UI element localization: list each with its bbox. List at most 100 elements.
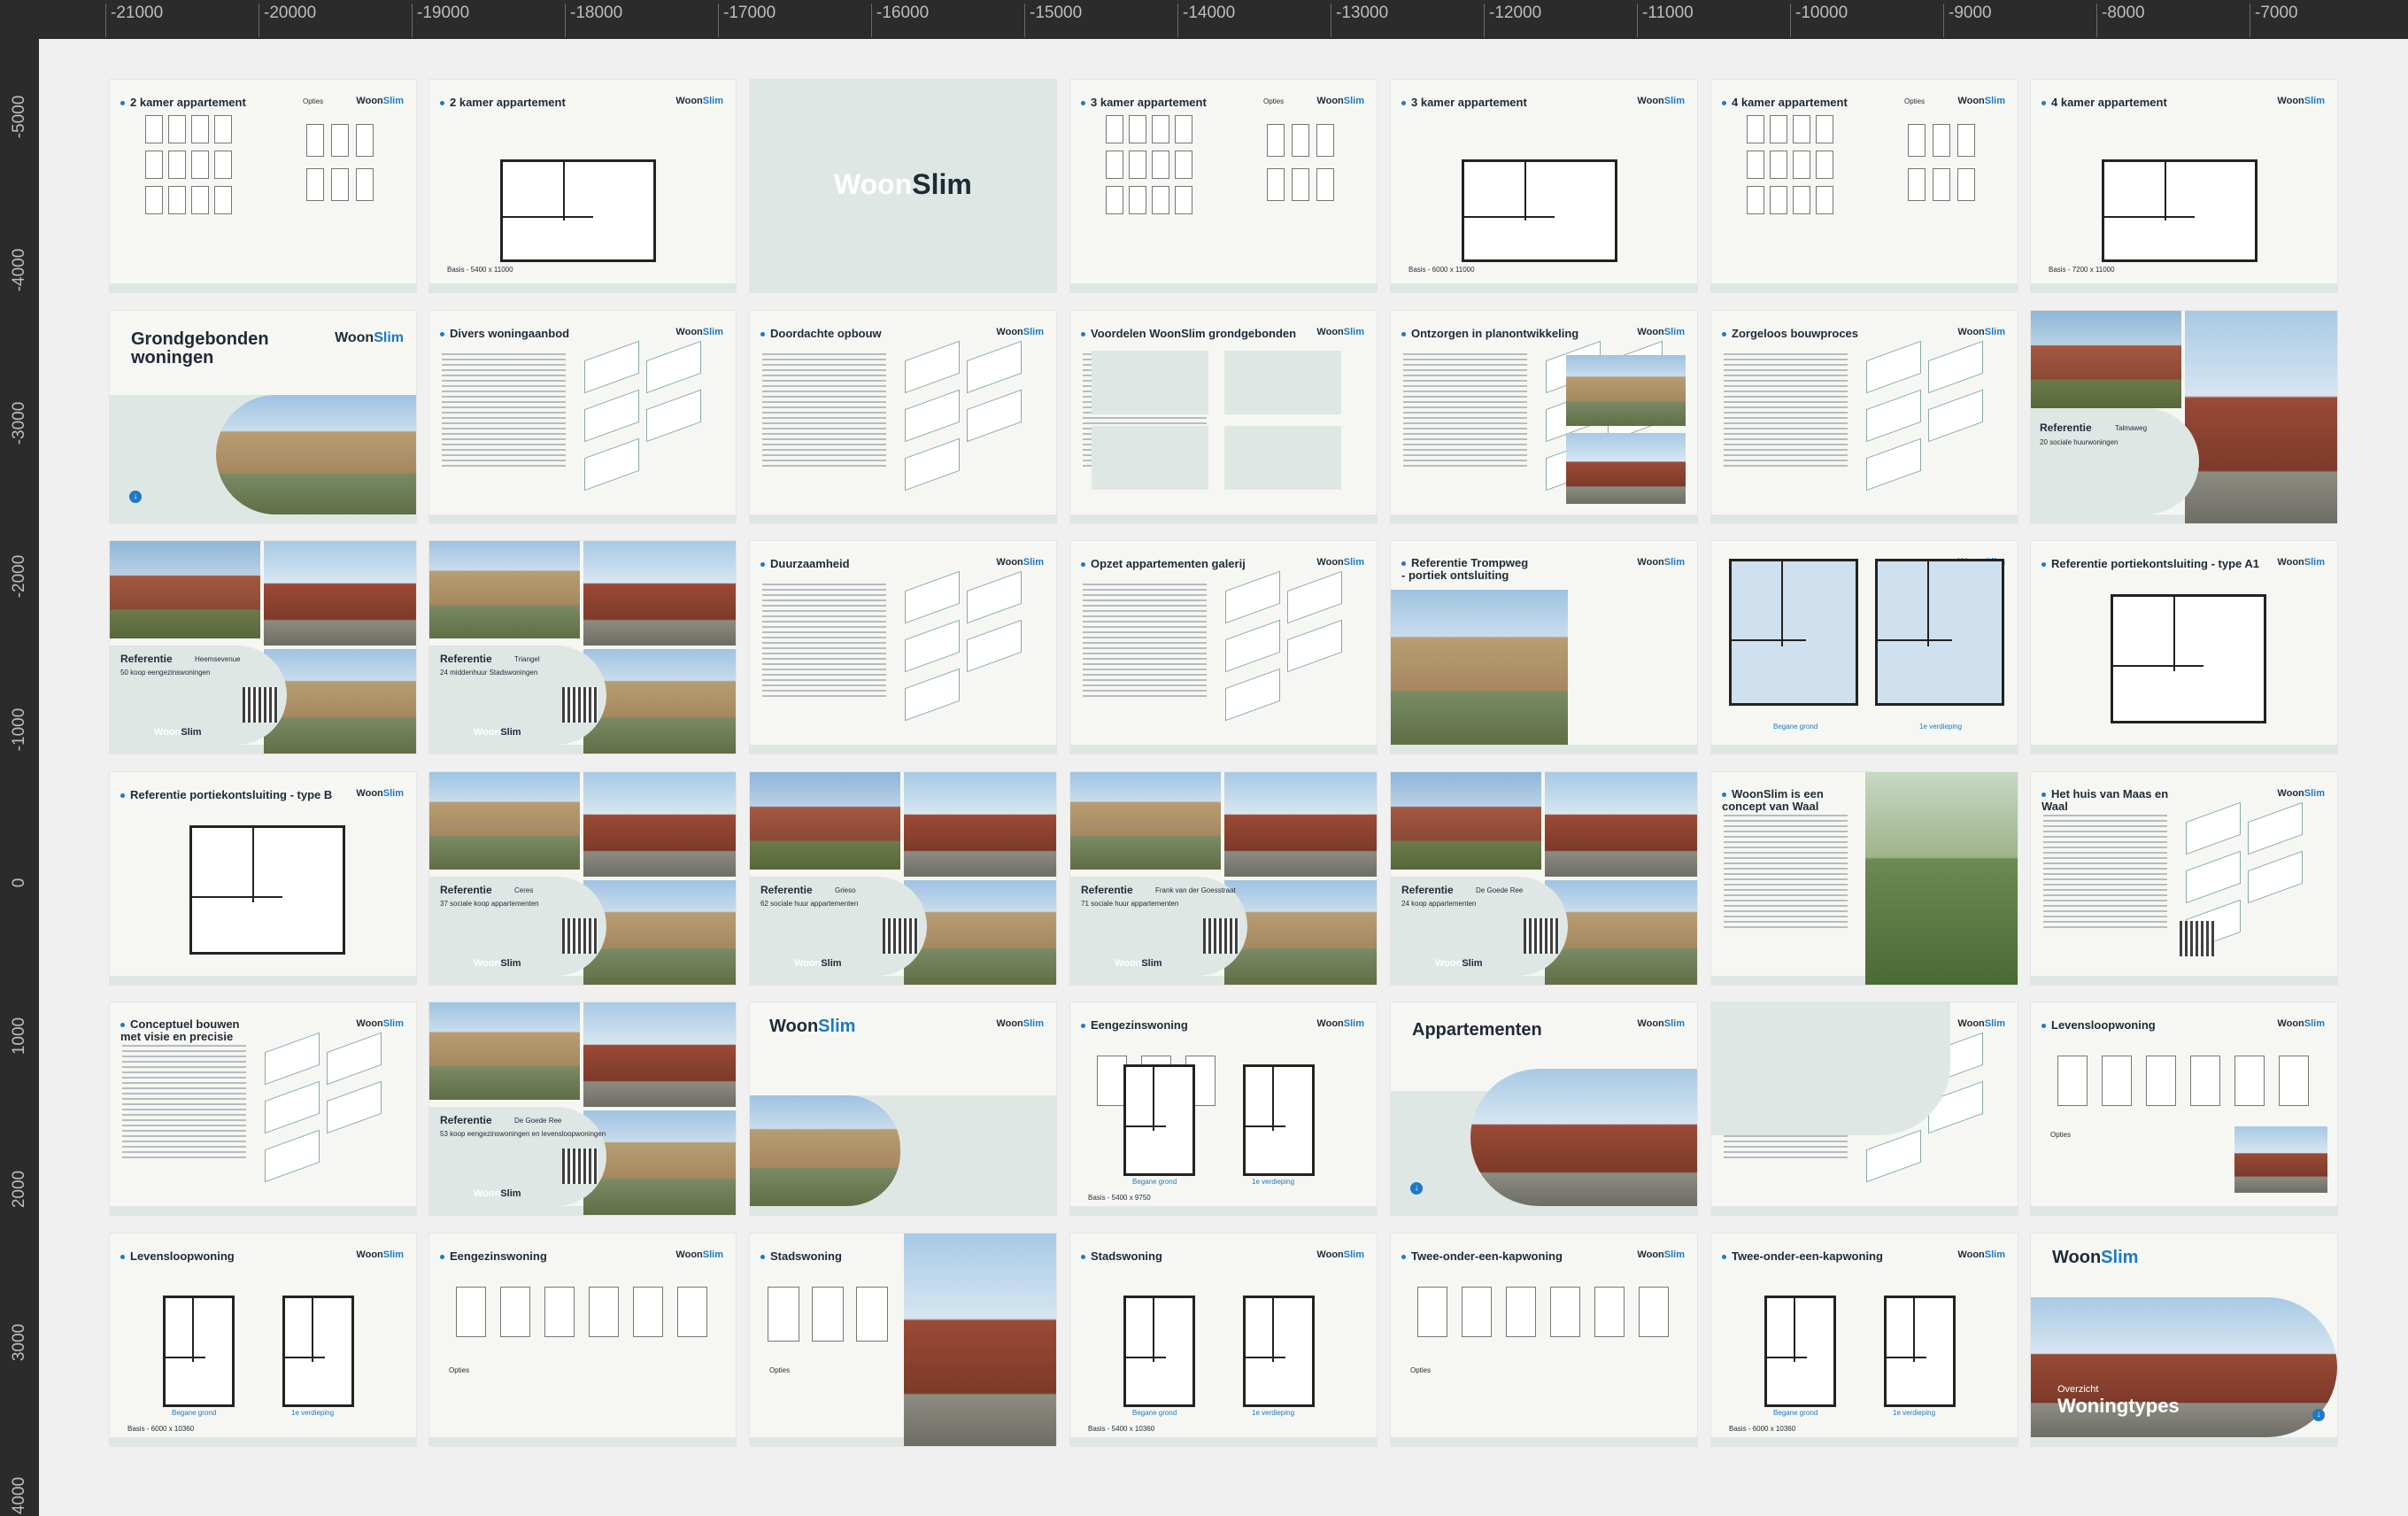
logo-woon: Woon xyxy=(1637,327,1664,337)
slide-thumbnail[interactable]: ReferentieReferentieDe Goede Ree24 koop … xyxy=(1391,772,1697,985)
slide-thumbnail[interactable]: Voordelen WoonSlim grondgebonden WoonSlim xyxy=(1070,311,1377,523)
slide-footer-strip xyxy=(429,1437,736,1446)
slide-thumbnail[interactable]: 3 kamer appartement WoonSlim Opties xyxy=(1070,80,1377,292)
slide-thumbnail[interactable]: Doordachte opbouw WoonSlim xyxy=(750,311,1056,523)
options-label: Opties xyxy=(1410,1366,1432,1374)
horizontal-ruler[interactable]: -21000 -20000 -19000 -18000 -17000 -16000 -150… xyxy=(0,0,2408,39)
reference-name: Grieso xyxy=(835,886,856,894)
slide-thumbnail[interactable]: Referentie Trompweg - portiek ontsluitin… xyxy=(1391,541,1697,754)
logo-woon: Woon xyxy=(675,327,703,337)
slide-thumbnail[interactable]: WoonSlim xyxy=(750,80,1056,292)
ruler-x-tick: -7000 xyxy=(2250,4,2298,37)
slide-thumbnail[interactable]: Duurzaamheid WoonSlim xyxy=(750,541,1056,754)
slide-thumbnail[interactable]: Twee-onder-een-kapwoning WoonSlim Opties xyxy=(1391,1234,1697,1446)
slide-thumbnail[interactable]: Stadswoning WoonSlim Begane grond 1e verdie… xyxy=(1070,1234,1377,1446)
design-canvas[interactable]: 2 kamer appartement WoonSlim Opties 2 kamer… xyxy=(39,39,2408,1516)
isometric-illustration xyxy=(265,1032,320,1086)
logo-slim: Slim xyxy=(702,1249,723,1260)
floorplan-thumb xyxy=(1770,151,1787,179)
logo-slim: Slim xyxy=(2101,1248,2139,1267)
floorplan-thumb xyxy=(1816,115,1833,143)
download-icon[interactable]: ↓ xyxy=(2312,1409,2325,1421)
slide-title: Ontzorgen in planontwikkeling xyxy=(1401,327,1578,340)
reference-name: Heemsevenue xyxy=(195,655,241,663)
download-icon[interactable]: ↓ xyxy=(1410,1182,1423,1195)
floorplan-thumb xyxy=(2279,1056,2309,1106)
slide-thumbnail[interactable]: Snel, betaalbaar, duurzaam en goedWoonSl… xyxy=(1711,1002,2018,1215)
logo-woon: Woon xyxy=(474,727,501,738)
slide-thumbnail[interactable]: 2 kamer appartement WoonSlim Basis - 5400 … xyxy=(429,80,736,292)
slide-thumbnail[interactable]: StadswoningWoonSlimOpties xyxy=(750,1234,1056,1446)
slide-footer-strip xyxy=(1711,1206,2018,1215)
isometric-illustration xyxy=(905,389,960,443)
floorplan-thumb xyxy=(1129,151,1146,179)
slide-thumbnail[interactable]: 4 kamer appartement WoonSlim Basis - 7200 … xyxy=(2031,80,2337,292)
slide-thumbnail[interactable]: ReferentieReferentieTriangel24 middenhuu… xyxy=(429,541,736,754)
option-thumb xyxy=(1267,124,1285,157)
slide-thumbnail[interactable]: Levensloopwoning WoonSlim Opties xyxy=(2031,1002,2337,1215)
slide-thumbnail[interactable]: Eengezinswoning WoonSlim Opties xyxy=(429,1234,736,1446)
slide-thumbnail[interactable]: Referentie portiekontsluiting - type B Wo… xyxy=(110,772,416,985)
slide-footer-strip xyxy=(1711,514,2018,523)
slide-thumbnail[interactable]: Twee-onder-een-kapwoning WoonSlim Begane g… xyxy=(1711,1234,2018,1446)
logo-woon: Woon xyxy=(1637,1249,1664,1260)
slide-thumbnail[interactable]: ReferentieReferentieCeres37 sociale koop… xyxy=(429,772,736,985)
slide-thumbnail[interactable]: Het huis van Maas en Waal WoonSlim xyxy=(2031,772,2337,985)
slide-thumbnail[interactable]: ReferentieReferentieGrieso62 sociale huu… xyxy=(750,772,1056,985)
slide-thumbnail[interactable]: 3 kamer appartement WoonSlim Basis - 6000 … xyxy=(1391,80,1697,292)
slide-thumbnail[interactable]: WoonSlim WoonSlim xyxy=(750,1002,1056,1215)
slide-thumbnail[interactable]: WoonSlimBegane grond1e verdieping xyxy=(1711,541,2018,754)
slide-thumbnail[interactable]: WoonSlim is een concept van WaalWoonSlim xyxy=(1711,772,2018,985)
logo-woon: Woon xyxy=(794,958,822,969)
options-label: Opties xyxy=(2050,1131,2072,1139)
slide-thumbnail[interactable]: Referentie portiekontsluiting - type A1 W… xyxy=(2031,541,2337,754)
basis-dimensions: Basis - 5400 x 11000 xyxy=(447,266,513,274)
slide-thumbnail[interactable]: ReferentieReferentieDe Goede Ree53 koop … xyxy=(429,1002,736,1215)
vertical-ruler[interactable]: -5000 -4000 -3000 -2000 -1000 0 1000 2000 3000 40… xyxy=(0,0,39,1516)
floorplan-thumb xyxy=(1793,186,1810,214)
option-thumb xyxy=(356,124,374,157)
slide-thumbnail[interactable]: ReferentieReferentieFrank van der Goesst… xyxy=(1070,772,1377,985)
slide-thumbnail[interactable]: Conceptuel bouwen met visie en precisie W… xyxy=(110,1002,416,1215)
slide-thumbnail[interactable]: Ontzorgen in planontwikkeling WoonSlim xyxy=(1391,311,1697,523)
option-thumb xyxy=(1957,124,1975,157)
slide-title: Zorgeloos bouwproces xyxy=(1722,327,1858,340)
qr-code xyxy=(243,687,278,723)
slide-thumbnail[interactable]: WoonSlim Overzicht Woningtypes ↓ xyxy=(2031,1234,2337,1446)
benefit-card xyxy=(1224,351,1341,414)
slide-thumbnail[interactable]: Levensloopwoning WoonSlim Begane grond 1e v… xyxy=(110,1234,416,1446)
floorplan-thumb xyxy=(1175,151,1192,179)
floorplan-drawing xyxy=(1764,1296,1836,1407)
slide-thumbnail[interactable]: 4 kamer appartement WoonSlim Opties xyxy=(1711,80,2018,292)
slide-thumbnail[interactable]: Opzet appartementen galerij WoonSlim xyxy=(1070,541,1377,754)
slide-thumbnail[interactable]: 2 kamer appartement WoonSlim Opties xyxy=(110,80,416,292)
floorplan-thumb xyxy=(1816,186,1833,214)
basis-dimensions: Basis - 6000 x 10360 xyxy=(1729,1425,1796,1433)
download-icon[interactable]: ↓ xyxy=(129,491,142,503)
woonslim-logo: WoonSlim xyxy=(474,727,521,738)
ruler-y-tick: 1000 xyxy=(10,1017,28,1056)
floorplan-drawing xyxy=(1884,1296,1956,1407)
slide-thumbnail[interactable]: Zorgeloos bouwproces WoonSlim xyxy=(1711,311,2018,523)
logo-slim: Slim xyxy=(1663,96,1685,106)
slide-thumbnail[interactable]: Grondgebonden woningen WoonSlim ↓ xyxy=(110,311,416,523)
logo-slim: Slim xyxy=(2304,788,2325,799)
body-text xyxy=(1083,584,1207,699)
logo-slim: Slim xyxy=(1023,557,1044,568)
floorplan-thumb xyxy=(1816,151,1833,179)
slide-footer-strip xyxy=(2031,976,2337,985)
floorplan-thumb xyxy=(168,151,186,179)
slide-thumbnail[interactable]: Appartementen WoonSlim ↓ xyxy=(1391,1002,1697,1215)
woonslim-logo: WoonSlim xyxy=(474,958,521,969)
slide-thumbnail[interactable]: Divers woningaanbod WoonSlim xyxy=(429,311,736,523)
floorplan-thumb xyxy=(191,115,209,143)
slide-thumbnail[interactable]: ReferentieReferentieTalmaweg20 sociale h… xyxy=(2031,311,2337,523)
slide-thumbnail[interactable]: ReferentieReferentieHeemsevenue50 koop e… xyxy=(110,541,416,754)
woonslim-logo: WoonSlim xyxy=(335,330,404,346)
woonslim-logo: WoonSlim xyxy=(2277,1018,2325,1029)
woonslim-logo: WoonSlim xyxy=(1637,1249,1685,1260)
body-text xyxy=(2043,815,2167,930)
slide-thumbnail[interactable]: Eengezinswoning WoonSlim Begane grond 1e ve… xyxy=(1070,1002,1377,1215)
floorplan-thumb xyxy=(168,115,186,143)
floorplan-thumb xyxy=(1106,151,1123,179)
